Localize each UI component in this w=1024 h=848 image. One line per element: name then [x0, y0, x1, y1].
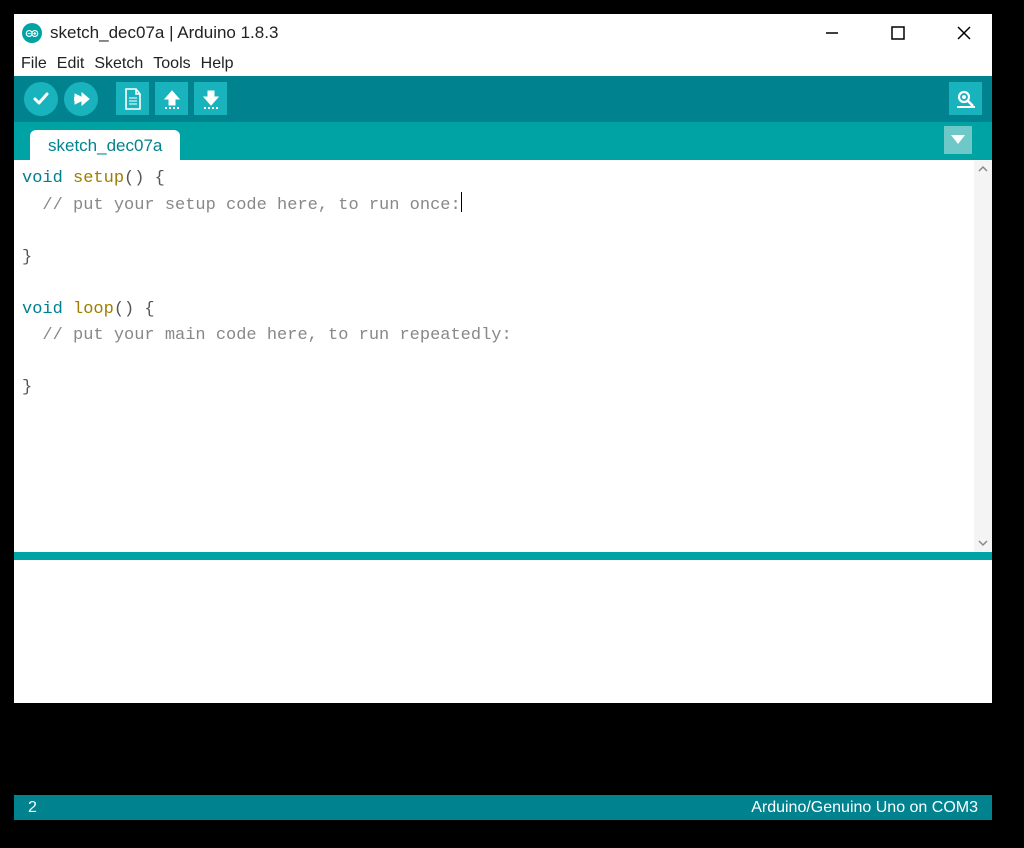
status-board-port: Arduino/Genuino Uno on COM3 — [751, 799, 978, 817]
message-console — [14, 560, 992, 703]
tab-active[interactable]: sketch_dec07a — [30, 130, 180, 160]
tabbar: sketch_dec07a — [14, 122, 992, 161]
app-window: sketch_dec07a | Arduino 1.8.3 File Edit … — [14, 14, 992, 820]
output-console — [14, 703, 992, 795]
close-button[interactable] — [956, 25, 972, 41]
code-funcname: loop — [73, 300, 114, 319]
scroll-down-button[interactable] — [974, 534, 992, 552]
toolbar-spacer — [104, 82, 110, 116]
code-keyword: void — [22, 300, 63, 319]
window-controls — [824, 25, 984, 41]
verify-button[interactable] — [24, 82, 58, 116]
window-title: sketch_dec07a | Arduino 1.8.3 — [50, 23, 278, 43]
save-sketch-button[interactable] — [194, 82, 227, 115]
upload-button[interactable] — [64, 82, 98, 116]
code-keyword: void — [22, 169, 63, 188]
statusbar: 2 Arduino/Genuino Uno on COM3 — [14, 795, 992, 820]
serial-monitor-button[interactable] — [949, 82, 982, 115]
menu-file[interactable]: File — [18, 55, 50, 73]
tab-menu-button[interactable] — [944, 126, 972, 154]
editor-area: void setup() { // put your setup code he… — [14, 160, 992, 552]
console-divider[interactable] — [14, 552, 992, 560]
status-line-number: 2 — [28, 799, 37, 817]
maximize-button[interactable] — [890, 25, 906, 41]
scroll-up-button[interactable] — [974, 160, 992, 178]
menubar: File Edit Sketch Tools Help — [14, 53, 992, 76]
code-funcname: setup — [73, 169, 124, 188]
minimize-button[interactable] — [824, 25, 840, 41]
menu-sketch[interactable]: Sketch — [91, 55, 146, 73]
new-sketch-button[interactable] — [116, 82, 149, 115]
menu-edit[interactable]: Edit — [54, 55, 88, 73]
editor-scrollbar[interactable] — [974, 160, 992, 552]
code-text: () { — [124, 169, 165, 188]
arduino-logo-icon — [22, 23, 42, 43]
code-comment: // put your setup code here, to run once… — [22, 196, 461, 215]
code-editor[interactable]: void setup() { // put your setup code he… — [14, 160, 974, 552]
text-cursor — [461, 192, 462, 212]
toolbar — [14, 76, 992, 122]
code-text: } — [22, 378, 32, 397]
menu-help[interactable]: Help — [198, 55, 237, 73]
titlebar: sketch_dec07a | Arduino 1.8.3 — [14, 14, 992, 53]
open-sketch-button[interactable] — [155, 82, 188, 115]
menu-tools[interactable]: Tools — [150, 55, 193, 73]
code-text: } — [22, 248, 32, 267]
code-text: () { — [114, 300, 155, 319]
code-comment: // put your main code here, to run repea… — [22, 326, 512, 345]
